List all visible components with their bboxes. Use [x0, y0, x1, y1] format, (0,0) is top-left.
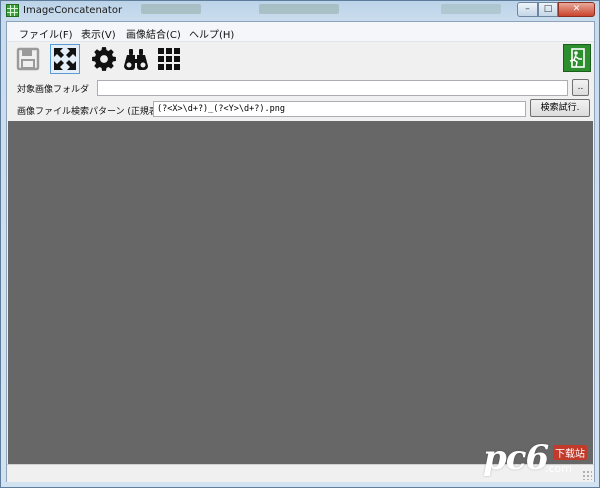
target-folder-label: 対象画像フォルダ: [17, 85, 90, 95]
search-pattern-label: 画像ファイル検索パターン (正規表現): [17, 107, 171, 117]
toolbar: [7, 41, 594, 78]
background-blur: [141, 4, 201, 14]
watermark-brand: pc6: [483, 438, 549, 478]
exit-button[interactable]: [563, 44, 591, 72]
close-button[interactable]: ✕: [558, 2, 595, 17]
window-title: ImageConcatenator: [23, 5, 123, 16]
menu-file[interactable]: ファイル(F): [19, 26, 73, 41]
test-search-button[interactable]: 検索試行.: [530, 99, 590, 117]
title-bar[interactable]: ImageConcatenator – □ ✕: [1, 1, 599, 21]
save-icon: [16, 47, 40, 71]
menu-view[interactable]: 表示(V): [81, 26, 116, 41]
site-watermark: pc6 下载站 .com: [483, 438, 593, 484]
menu-help[interactable]: ヘルプ(H): [189, 26, 234, 41]
expand-arrows-icon: [54, 48, 76, 70]
save-button[interactable]: [13, 44, 43, 74]
app-grid-icon: [6, 4, 19, 17]
target-folder-field[interactable]: [97, 80, 568, 96]
watermark-badge: 下载站: [553, 445, 587, 460]
menu-bar: ファイル(F) 表示(V) 画像結合(C) ヘルプ(H): [7, 22, 594, 42]
client-area: ファイル(F) 表示(V) 画像結合(C) ヘルプ(H) 対象画像フォルダ ..…: [6, 21, 595, 482]
concatenate-grid-button[interactable]: [154, 44, 184, 74]
image-preview-area[interactable]: [8, 121, 593, 464]
watermark-suffix: .com: [545, 462, 572, 475]
menu-combine[interactable]: 画像結合(C): [126, 26, 181, 41]
search-pattern-field[interactable]: (?<X>\d+?)_(?<Y>\d+?).png: [153, 101, 526, 117]
settings-button[interactable]: [89, 44, 119, 74]
gear-icon: [92, 47, 116, 71]
background-blur: [441, 4, 501, 14]
exit-door-icon: [569, 48, 585, 68]
background-blur: [259, 4, 339, 14]
browse-folder-button[interactable]: ..: [572, 79, 589, 96]
maximize-button[interactable]: □: [538, 2, 558, 17]
find-images-button[interactable]: [121, 44, 151, 74]
binoculars-icon: [124, 49, 148, 70]
grid-icon: [158, 48, 180, 70]
minimize-button[interactable]: –: [517, 2, 538, 17]
fit-to-window-button[interactable]: [50, 44, 80, 74]
app-window: ImageConcatenator – □ ✕ ファイル(F) 表示(V) 画像…: [0, 0, 600, 488]
